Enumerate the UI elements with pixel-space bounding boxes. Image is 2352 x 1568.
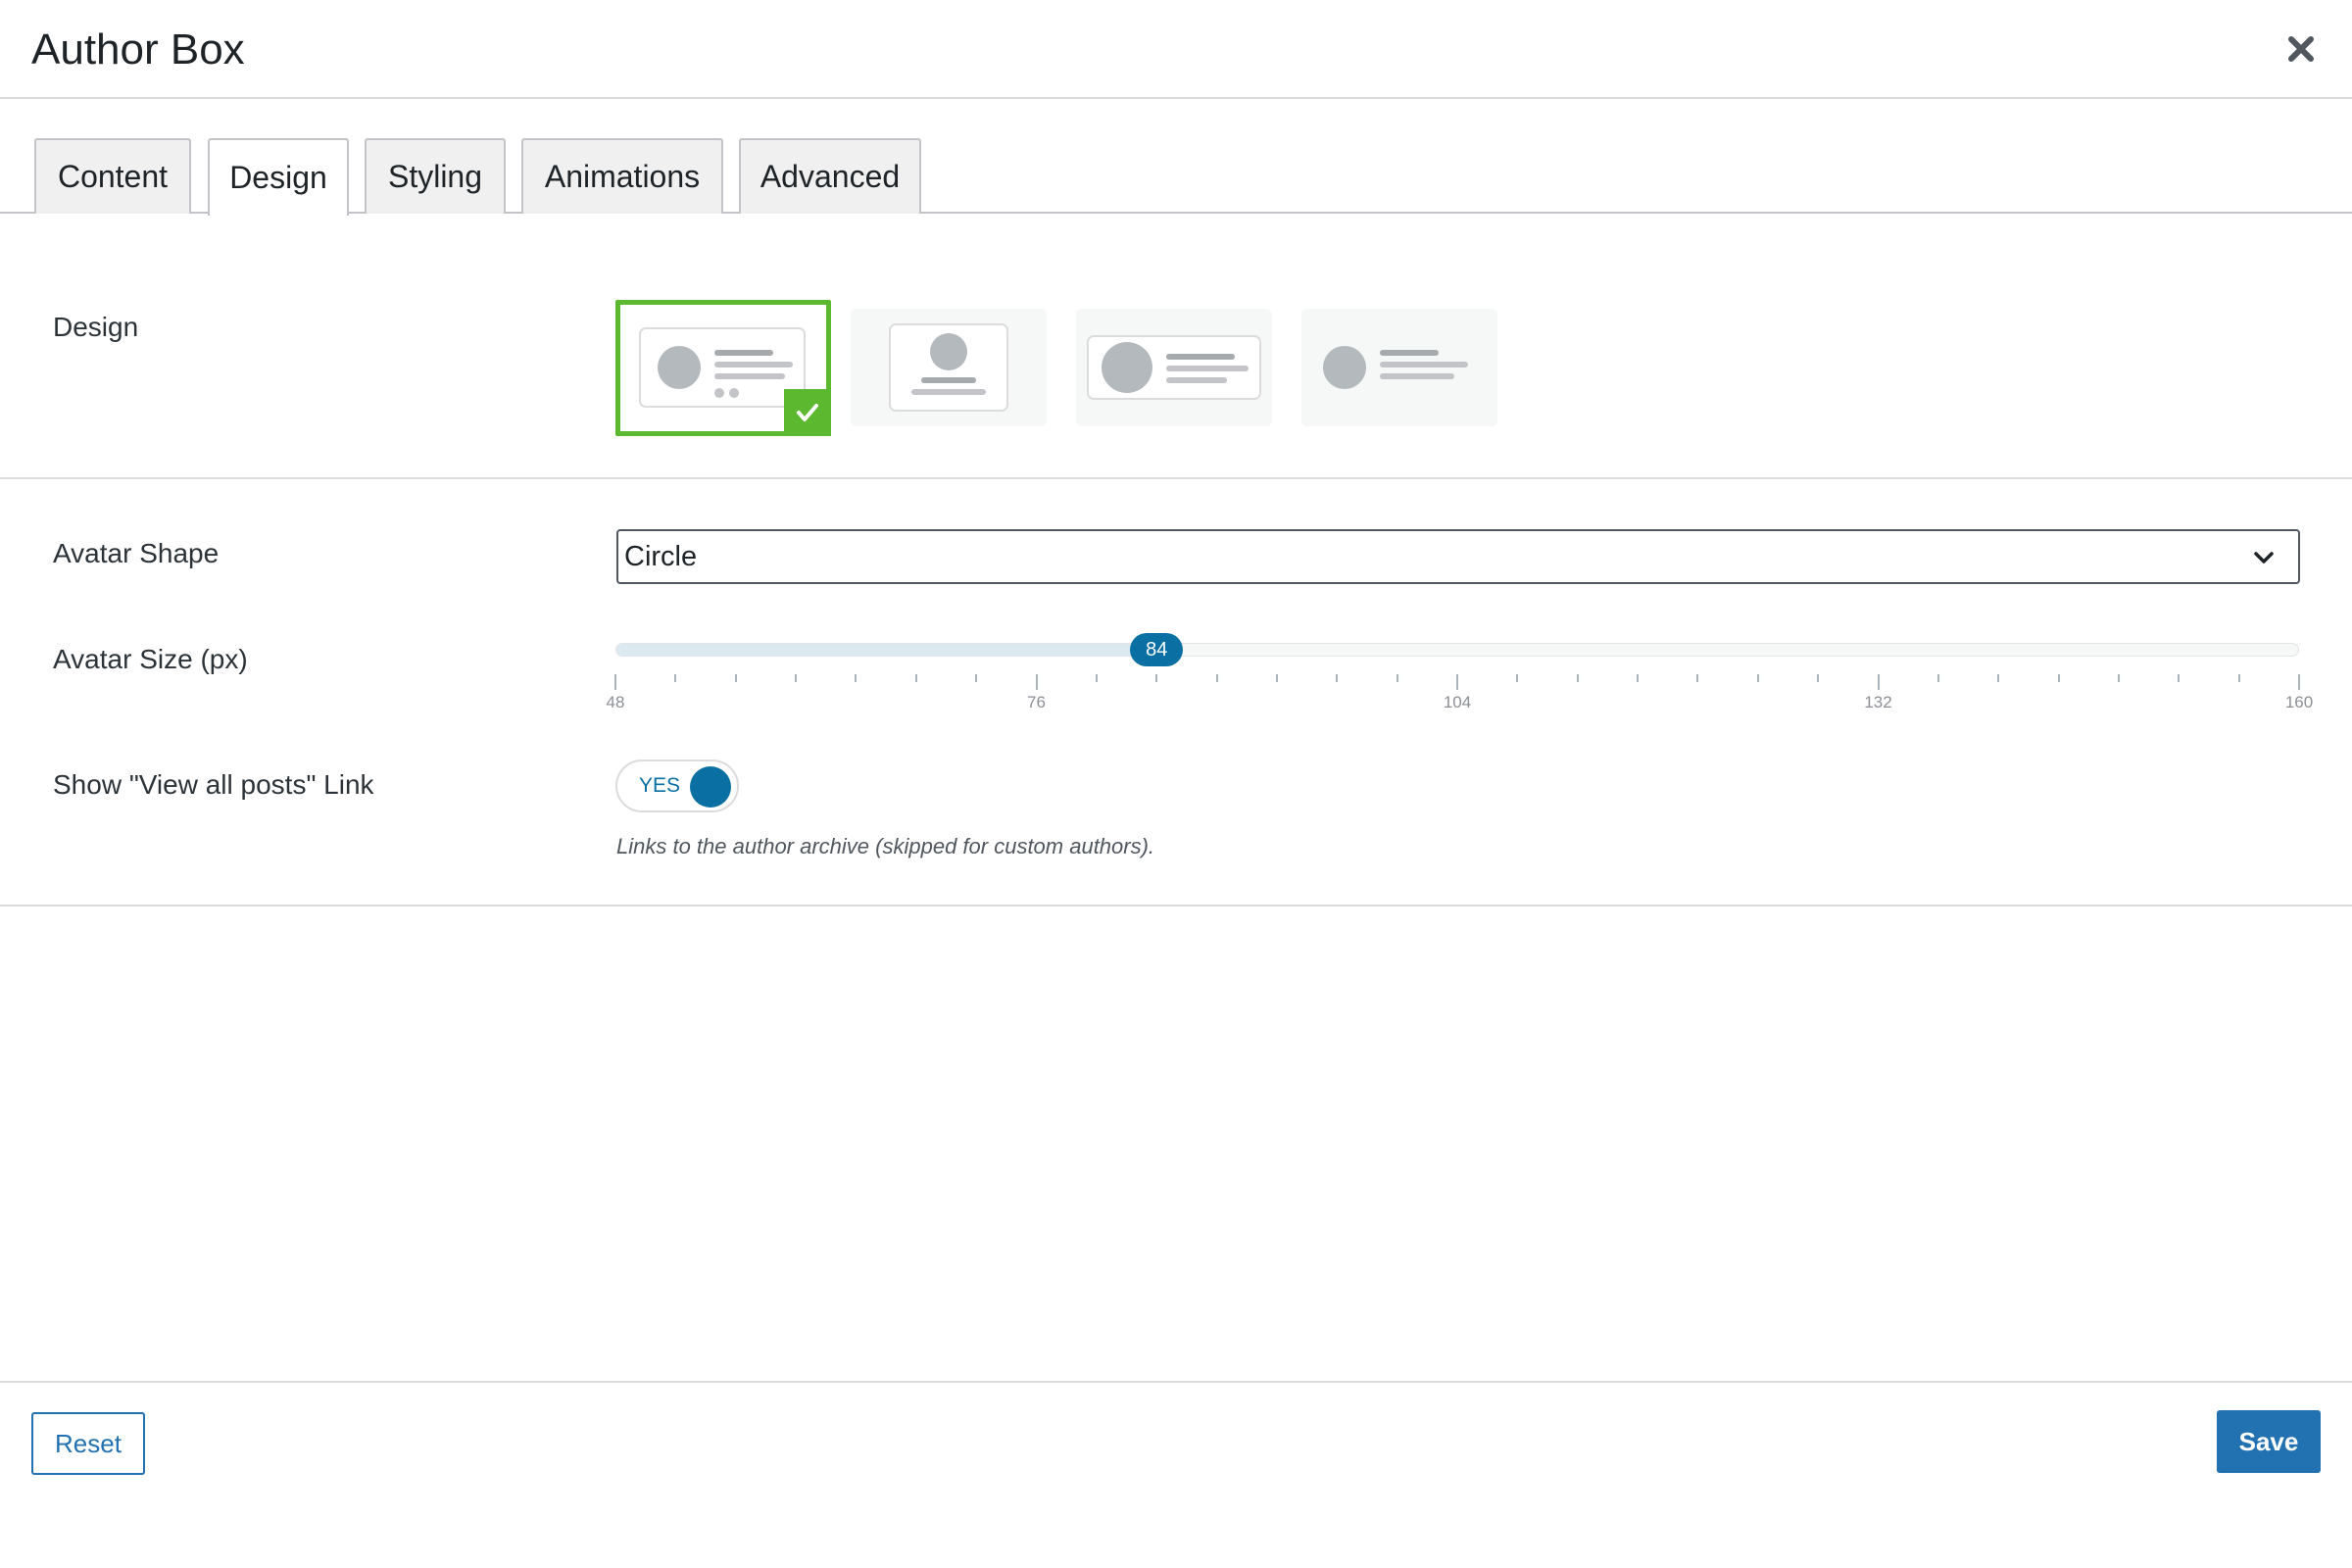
view-all-posts-toggle[interactable]: YES [615,760,739,812]
modal-header: Author Box [0,0,2352,99]
slider-minor-tick [1516,674,1519,682]
avatar-size-slider-handle[interactable]: 84 [1130,633,1184,666]
modal-title: Author Box [31,25,245,74]
slider-minor-tick [1396,674,1398,682]
chevron-down-icon [2254,552,2274,564]
tab-bar-line [0,212,2352,214]
layout-4-preview-icon [1323,346,1468,389]
slider-minor-tick [1275,674,1278,682]
slider-minor-tick [914,674,917,682]
slider-minor-tick [674,674,677,682]
design-option-2[interactable] [851,309,1047,426]
design-label: Design [53,312,139,342]
view-all-posts-help: Links to the author archive (skipped for… [616,834,1155,858]
tab-advanced[interactable]: Advanced [739,138,921,214]
save-button[interactable]: Save [2217,1410,2321,1473]
author-box-modal: Author Box Content Design Styling Animat… [0,0,2352,1568]
selected-check-badge [784,389,831,436]
avatar-size-label: Avatar Size (px) [53,644,248,674]
slider-minor-tick [1336,674,1339,682]
slider-tick-label: 76 [1027,693,1046,711]
slider-minor-tick [1095,674,1098,682]
design-option-4[interactable] [1301,309,1497,426]
slider-major-tick [2298,674,2300,690]
design-option-3[interactable] [1076,309,1272,426]
slider-minor-tick [1215,674,1218,682]
close-icon [2288,36,2314,62]
slider-major-tick [1877,674,1880,690]
slider-minor-tick [2057,674,2060,682]
slider-minor-tick [734,674,737,682]
section-divider [0,477,2352,479]
layout-2-preview-icon [889,323,1008,412]
slider-minor-tick [1637,674,1640,682]
slider-tick-label: 48 [606,693,625,711]
toggle-knob [690,766,731,808]
check-icon [797,404,818,421]
slider-minor-tick [1936,674,1939,682]
avatar-size-slider-track[interactable] [615,643,2299,657]
slider-minor-tick [795,674,798,682]
reset-button[interactable]: Reset [31,1412,145,1475]
slider-minor-tick [975,674,978,682]
toggle-state-text: YES [639,774,681,797]
slider-tick-label: 160 [2284,693,2314,711]
design-option-1[interactable] [615,300,831,436]
slider-minor-tick [2178,674,2180,682]
avatar-shape-value: Circle [624,540,698,572]
close-button[interactable] [2279,27,2323,71]
slider-minor-tick [1997,674,2000,682]
tab-styling[interactable]: Styling [365,138,506,214]
slider-tick-label: 132 [1864,693,1892,711]
slider-minor-tick [1756,674,1759,682]
slider-major-tick [1456,674,1458,690]
slider-tick-label: 104 [1443,693,1472,711]
tab-animations[interactable]: Animations [521,138,723,214]
slider-minor-tick [1576,674,1579,682]
slider-minor-tick [1817,674,1820,682]
tab-design[interactable]: Design [208,138,349,216]
layout-3-preview-icon [1087,335,1261,400]
section-divider [0,905,2352,906]
view-all-posts-label: Show "View all posts" Link [53,769,374,800]
slider-minor-tick [855,674,858,682]
slider-minor-tick [1155,674,1158,682]
slider-major-tick [1035,674,1038,690]
slider-fill [616,644,1158,656]
avatar-shape-select[interactable]: Circle [616,529,2300,584]
footer-divider [0,1381,2352,1383]
slider-minor-tick [1696,674,1699,682]
tab-content[interactable]: Content [34,138,191,214]
slider-minor-tick [2237,674,2240,682]
slider-minor-tick [2117,674,2120,682]
slider-major-tick [614,674,616,690]
avatar-shape-label: Avatar Shape [53,538,220,568]
